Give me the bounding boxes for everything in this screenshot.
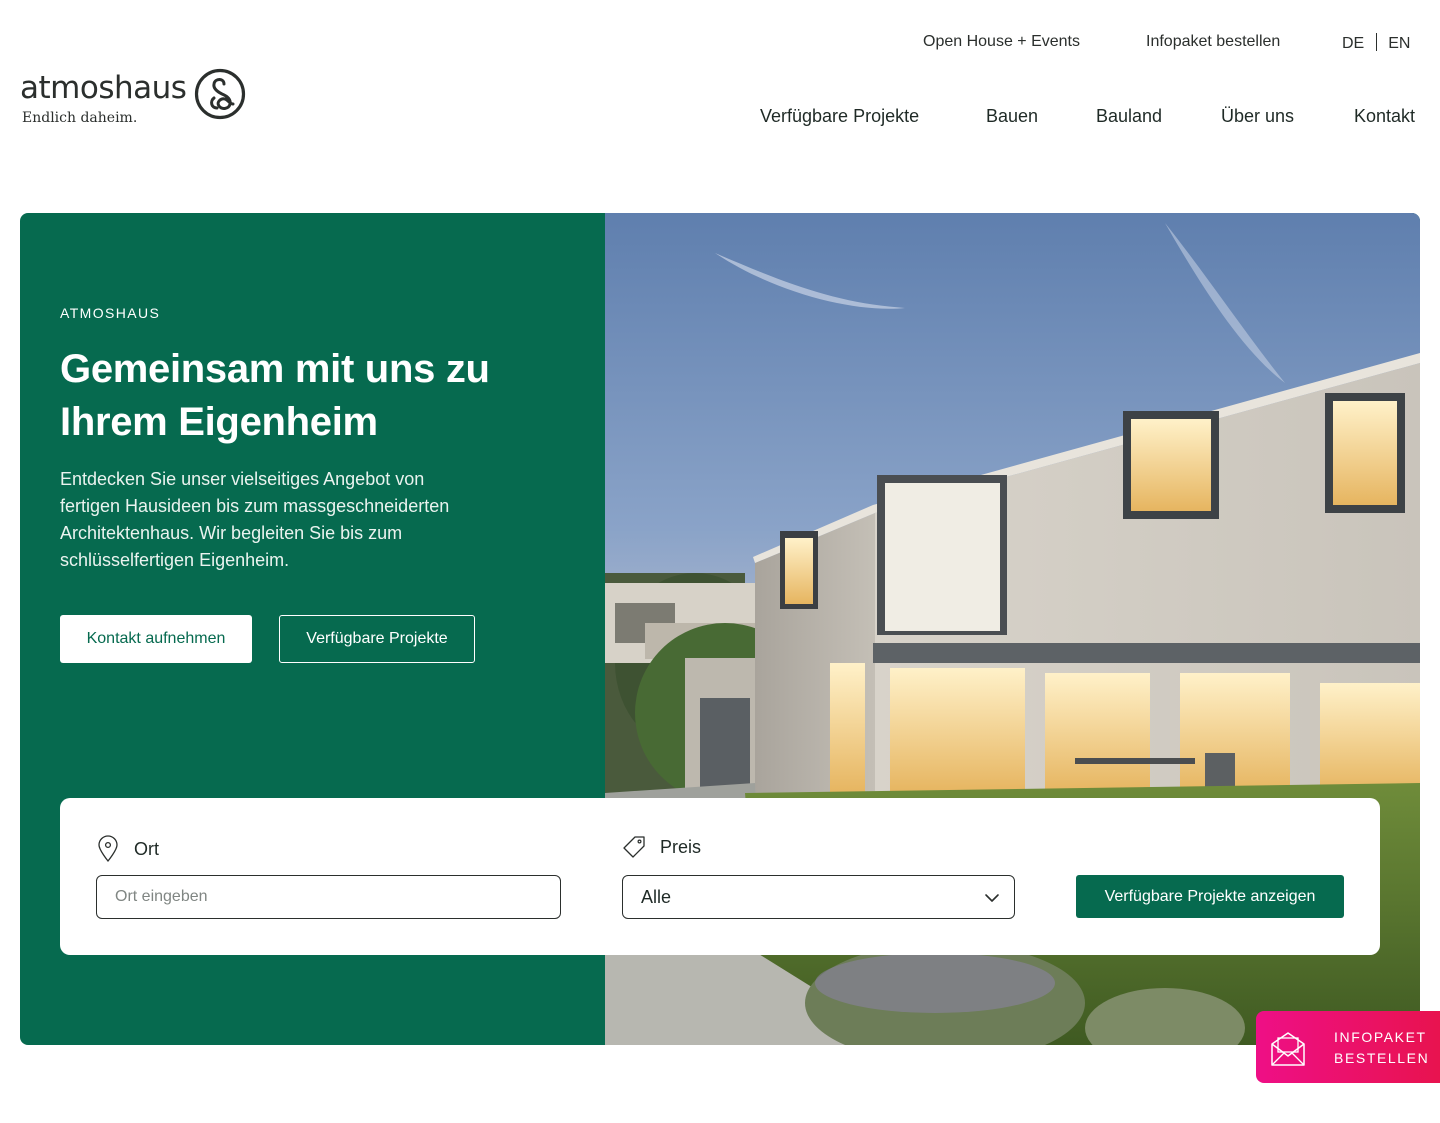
price-tag-icon [623,836,645,858]
nav-infopaket-bestellen[interactable]: Infopaket bestellen [1146,33,1280,51]
price-label-text: Preis [660,836,702,857]
contact-button[interactable]: Kontakt aufnehmen [60,615,252,663]
lang-en[interactable]: EN [1388,35,1410,52]
price-label: Preis [622,835,701,859]
hero-eyebrow: ATMOSHAUS [60,305,161,321]
brand-name: atmoshaus [20,70,187,106]
nav-kontakt[interactable]: Kontakt [1354,106,1415,127]
infopaket-line-2: BESTELLEN [1334,1050,1430,1066]
price-select[interactable]: Alle [622,875,1015,919]
lang-divider [1376,33,1378,51]
brand-tagline: Endlich daheim. [22,110,138,126]
nav-open-house-events[interactable]: Open House + Events [923,33,1080,51]
logo-mark-icon [194,68,246,120]
show-projects-button[interactable]: Verfügbare Projekte anzeigen [1076,875,1344,918]
nav-ueber-uns[interactable]: Über uns [1221,106,1294,127]
nav-bauen[interactable]: Bauen [986,106,1038,127]
projects-button[interactable]: Verfügbare Projekte [279,615,475,663]
infopaket-floating-button[interactable]: INFOPAKET BESTELLEN [1256,1011,1440,1083]
location-input[interactable]: Ort eingeben [96,875,561,919]
location-label: Ort [96,835,159,863]
chevron-down-icon [985,894,999,902]
infopaket-floating-label: INFOPAKET BESTELLEN [1334,1027,1429,1069]
price-select-value: Alle [641,886,672,907]
envelope-icon [1271,1032,1305,1066]
language-switch: DE EN [1342,33,1410,53]
project-search-panel: Ort Ort eingeben Preis Alle Verfügbare P… [60,798,1380,955]
location-label-text: Ort [134,838,159,859]
hero-description: Entdecken Sie unser vielseitiges Angebot… [60,469,450,570]
hero-title: Gemeinsam mit uns zu Ihrem Eigenheim [60,347,490,444]
location-pin-icon [98,835,118,863]
nav-bauland[interactable]: Bauland [1096,106,1162,127]
nav-verfuegbare-projekte[interactable]: Verfügbare Projekte [760,106,919,127]
infopaket-line-1: INFOPAKET [1334,1029,1427,1045]
brand-logo[interactable]: atmoshaus Endlich daheim. [20,66,260,130]
lang-de[interactable]: DE [1342,35,1364,52]
